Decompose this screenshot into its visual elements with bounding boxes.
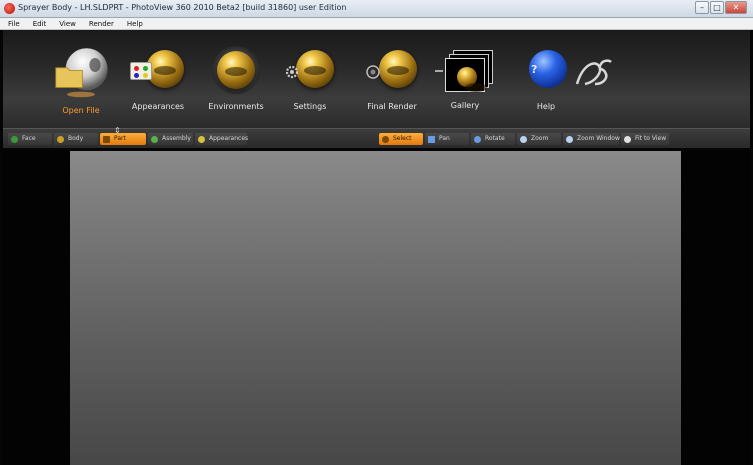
environments-icon <box>212 46 260 94</box>
zoom-window-tool-button[interactable]: Zoom Window <box>563 133 620 145</box>
menu-bar: File Edit View Render Help <box>0 18 753 30</box>
gallery-button[interactable]: Gallery <box>433 30 497 128</box>
window-title: Sprayer Body - LH.SLDPRT - PhotoView 360… <box>18 3 347 12</box>
filter-face-label: Face <box>22 135 36 142</box>
filter-assembly-button[interactable]: Assembly <box>148 133 193 145</box>
filter-body-label: Body <box>68 135 84 142</box>
help-label: Help <box>536 102 556 111</box>
face-icon <box>11 136 18 143</box>
zoom-icon <box>520 136 527 143</box>
environments-button[interactable]: Environments <box>204 30 268 128</box>
gallery-label: Gallery <box>450 101 480 110</box>
select-tool-button[interactable]: Select <box>379 133 423 145</box>
zoom-window-tool-label: Zoom Window <box>577 135 620 142</box>
final-render-button[interactable]: Final Render <box>361 30 423 128</box>
close-button[interactable]: ✕ <box>725 1 747 14</box>
filter-part-button[interactable]: Part <box>100 133 146 145</box>
settings-label: Settings <box>293 102 327 111</box>
viewport-margin-right <box>681 151 750 465</box>
maximize-button[interactable]: □ <box>710 1 724 14</box>
open-file-label: Open File <box>62 106 100 115</box>
filter-appearances-button[interactable]: Appearances <box>195 133 249 145</box>
select-tool-label: Select <box>393 135 412 142</box>
filter-assembly-label: Assembly <box>162 135 191 142</box>
appearances-icon <box>130 50 186 90</box>
final-render-label: Final Render <box>367 102 417 111</box>
part-icon <box>103 136 110 143</box>
settings-button[interactable]: Settings <box>282 30 338 128</box>
rotate-tool-label: Rotate <box>485 135 505 142</box>
window-controls: – □ ✕ <box>695 1 747 14</box>
environments-label: Environments <box>208 102 264 111</box>
title-bar: Sprayer Body - LH.SLDPRT - PhotoView 360… <box>0 0 753 18</box>
fit-to-view-tool-label: Fit to View <box>635 135 667 142</box>
appearances-label: Appearances <box>131 102 185 111</box>
pan-icon <box>428 136 435 143</box>
settings-icon <box>284 50 336 90</box>
final-render-icon <box>365 50 419 90</box>
menu-help[interactable]: Help <box>119 18 148 29</box>
menu-edit[interactable]: Edit <box>25 18 52 29</box>
zoom-tool-button[interactable]: Zoom <box>517 133 561 145</box>
pan-tool-label: Pan <box>439 135 450 142</box>
open-file-button[interactable]: Open File <box>51 30 111 128</box>
body-icon <box>57 136 64 143</box>
filter-body-button[interactable]: Body <box>54 133 98 145</box>
filter-face-button[interactable]: Face <box>8 133 52 145</box>
render-viewport[interactable] <box>70 151 681 465</box>
assembly-icon <box>151 136 158 143</box>
rotate-tool-button[interactable]: Rotate <box>471 133 515 145</box>
app-logo-icon <box>4 3 15 14</box>
gallery-icon <box>435 50 495 96</box>
mouse-cursor-icon: ⇕ <box>114 126 121 135</box>
open-file-icon <box>55 48 108 98</box>
minimize-button[interactable]: – <box>695 1 709 14</box>
select-icon <box>382 136 389 143</box>
viewport-margin-left <box>3 151 70 465</box>
menu-view[interactable]: View <box>51 18 81 29</box>
dassault-systemes-logo-icon <box>575 59 612 86</box>
appearances-small-icon <box>198 136 205 143</box>
filter-appearances-label: Appearances <box>209 135 249 142</box>
zoom-window-icon <box>566 136 573 143</box>
pan-tool-button[interactable]: Pan <box>425 133 469 145</box>
rotate-icon <box>474 136 481 143</box>
zoom-tool-label: Zoom <box>531 135 549 142</box>
filter-part-label: Part <box>114 135 126 142</box>
main-toolbar: Open File Appearances Environments Setti… <box>3 30 750 128</box>
help-icon: ? <box>521 50 571 90</box>
appearances-button[interactable]: Appearances <box>125 30 191 128</box>
menu-render[interactable]: Render <box>81 18 119 29</box>
menu-file[interactable]: File <box>0 18 25 29</box>
help-button[interactable]: ? Help <box>515 30 577 128</box>
fit-to-view-icon <box>624 136 631 143</box>
fit-to-view-tool-button[interactable]: Fit to View <box>621 133 669 145</box>
photoview-window: Sprayer Body - LH.SLDPRT - PhotoView 360… <box>0 0 753 465</box>
